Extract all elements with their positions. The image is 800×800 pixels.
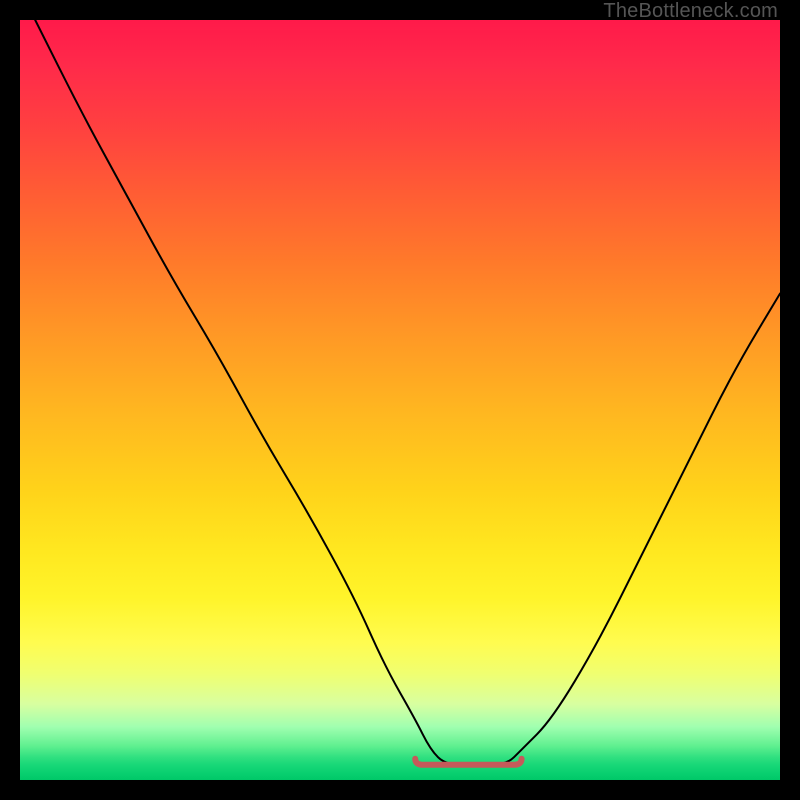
- chart-frame: TheBottleneck.com: [0, 0, 800, 800]
- optimal-range-marker: [415, 759, 521, 765]
- plot-area: [20, 20, 780, 780]
- bottleneck-curve: [35, 20, 780, 765]
- watermark-text: TheBottleneck.com: [603, 0, 778, 23]
- curve-layer: [20, 20, 780, 780]
